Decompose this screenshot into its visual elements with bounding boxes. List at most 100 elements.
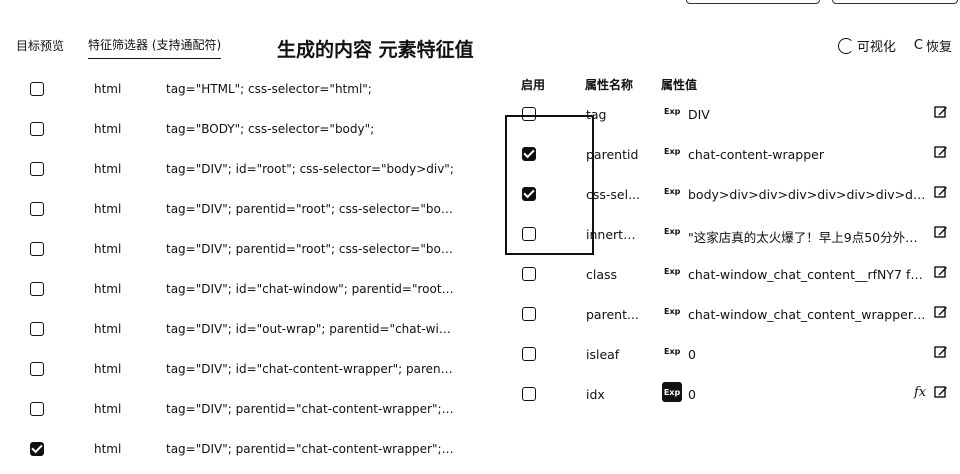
- loading-icon: [837, 37, 854, 54]
- expression-toggle-icon[interactable]: Exp: [664, 307, 680, 316]
- attribute-name: isleaf: [586, 347, 620, 362]
- expression-toggle-icon[interactable]: Exp: [664, 227, 680, 236]
- edit-icon[interactable]: [934, 225, 948, 239]
- refresh-icon: C: [913, 38, 923, 53]
- enable-checkbox[interactable]: [522, 307, 536, 321]
- list-item[interactable]: html tag="DIV"; parentid="chat-content-wr…: [0, 428, 480, 468]
- enable-checkbox[interactable]: [522, 107, 536, 121]
- visualize-button[interactable]: 可视化: [837, 36, 896, 55]
- row-selector: tag="DIV"; parentid="chat-content-wrappe…: [166, 402, 456, 416]
- edit-icon[interactable]: [934, 145, 948, 159]
- attribute-value: DIV: [688, 107, 710, 122]
- expression-toggle-icon[interactable]: Exp: [664, 147, 680, 156]
- attribute-name: innerte...: [586, 227, 642, 242]
- attribute-row[interactable]: css-sel... Exp body>div>div>div>div>div>di…: [516, 173, 956, 213]
- edit-icon[interactable]: [934, 305, 948, 319]
- enable-checkbox[interactable]: [522, 347, 536, 361]
- list-item[interactable]: html tag="DIV"; parentid="root"; css-sele…: [0, 188, 480, 228]
- row-type: html: [94, 402, 122, 416]
- attribute-row[interactable]: idx Exp 0 fx: [516, 373, 956, 413]
- attribute-row[interactable]: parentid Exp chat-content-wrapper: [516, 133, 956, 173]
- row-type: html: [94, 202, 122, 216]
- attribute-name: tag: [586, 107, 607, 122]
- row-selector: tag="BODY"; css-selector="body";: [166, 122, 375, 136]
- attribute-row[interactable]: class Exp chat-window_chat_content__rfNY7 …: [516, 253, 956, 293]
- row-checkbox[interactable]: [30, 322, 44, 336]
- visualize-label: 可视化: [856, 40, 896, 55]
- row-type: html: [94, 82, 122, 96]
- row-selector: tag="DIV"; parentid="root"; css-selector…: [166, 202, 456, 216]
- row-type: html: [94, 122, 122, 136]
- row-checkbox[interactable]: [30, 242, 44, 256]
- header-enable: 启用: [521, 78, 546, 92]
- attribute-value: chat-content-wrapper: [688, 147, 824, 162]
- row-type: html: [94, 322, 122, 336]
- top-button-1[interactable]: [686, 0, 820, 4]
- attribute-name: class: [586, 267, 618, 282]
- tab-bar: 目标预览 特征筛选器 (支持通配符): [16, 36, 222, 59]
- attribute-row[interactable]: isleaf Exp 0: [516, 333, 956, 373]
- attribute-name: css-sel...: [586, 187, 641, 202]
- attribute-value: chat-window_chat_content_wrapper__7...: [688, 307, 928, 322]
- top-button-2[interactable]: [832, 0, 958, 4]
- row-selector: tag="DIV"; parentid="chat-content-wrappe…: [166, 442, 456, 456]
- attribute-row[interactable]: parent... Exp chat-window_chat_content_wra…: [516, 293, 956, 333]
- edit-icon[interactable]: [934, 185, 948, 199]
- row-checkbox[interactable]: [30, 282, 44, 296]
- row-selector: tag="DIV"; id="chat-window"; parentid="r…: [166, 282, 456, 296]
- row-checkbox[interactable]: [30, 362, 44, 376]
- list-item[interactable]: html tag="HTML"; css-selector="html";: [0, 68, 480, 108]
- expression-toggle-icon[interactable]: Exp: [664, 107, 680, 116]
- expression-toggle-icon[interactable]: Exp: [664, 347, 680, 356]
- attribute-value: 0: [688, 387, 696, 402]
- attribute-value: body>div>div>div>div>div>div>div>div: [688, 187, 928, 202]
- attribute-name: parentid: [586, 147, 639, 162]
- edit-icon[interactable]: [934, 265, 948, 279]
- enable-checkbox[interactable]: [522, 387, 536, 401]
- top-actions: 可视化 C 恢复: [837, 36, 952, 55]
- row-checkbox[interactable]: [30, 402, 44, 416]
- row-selector: tag="DIV"; id="chat-content-wrapper"; pa…: [166, 362, 456, 376]
- list-item[interactable]: html tag="DIV"; id="chat-window"; parenti…: [0, 268, 480, 308]
- header-name: 属性名称: [585, 78, 634, 92]
- list-item[interactable]: html tag="DIV"; id="root"; css-selector="…: [0, 148, 480, 188]
- edit-icon[interactable]: [934, 345, 948, 359]
- enable-checkbox[interactable]: [522, 147, 536, 161]
- expression-toggle-icon[interactable]: Exp: [662, 382, 682, 402]
- function-icon[interactable]: fx: [914, 385, 926, 400]
- restore-button[interactable]: C 恢复: [914, 36, 952, 55]
- row-checkbox[interactable]: [30, 162, 44, 176]
- enable-checkbox[interactable]: [522, 227, 536, 241]
- row-selector: tag="HTML"; css-selector="html";: [166, 82, 372, 96]
- page-title: 生成的内容 元素特征值: [277, 39, 474, 61]
- row-type: html: [94, 242, 122, 256]
- list-item[interactable]: html tag="DIV"; parentid="chat-content-wr…: [0, 388, 480, 428]
- attribute-name: parent...: [586, 307, 639, 322]
- edit-icon[interactable]: [934, 385, 948, 399]
- row-type: html: [94, 442, 122, 456]
- expression-toggle-icon[interactable]: Exp: [664, 267, 680, 276]
- row-checkbox[interactable]: [30, 202, 44, 216]
- tab-target-preview[interactable]: 目标预览: [16, 37, 64, 59]
- row-checkbox[interactable]: [30, 122, 44, 136]
- attribute-name: idx: [586, 387, 605, 402]
- edit-icon[interactable]: [934, 105, 948, 119]
- header-value: 属性值: [661, 78, 698, 92]
- list-item[interactable]: html tag="DIV"; id="chat-content-wrapper"…: [0, 348, 480, 388]
- list-item[interactable]: html tag="DIV"; id="out-wrap"; parentid="…: [0, 308, 480, 348]
- list-item[interactable]: html tag="BODY"; css-selector="body";: [0, 108, 480, 148]
- tab-feature-filter[interactable]: 特征筛选器 (支持通配符): [88, 36, 222, 59]
- attribute-row[interactable]: innerte... Exp "这家店真的太火爆了！早上9点50分外面就...: [516, 213, 956, 253]
- enable-checkbox[interactable]: [522, 187, 536, 201]
- row-checkbox[interactable]: [30, 442, 44, 456]
- attribute-value: "这家店真的太火爆了！早上9点50分外面就...: [688, 230, 928, 245]
- attribute-value: 0: [688, 347, 696, 362]
- row-selector: tag="DIV"; id="out-wrap"; parentid="chat…: [166, 322, 456, 336]
- enable-checkbox[interactable]: [522, 267, 536, 281]
- row-selector: tag="DIV"; parentid="root"; css-selector…: [166, 242, 456, 256]
- attribute-row[interactable]: tag Exp DIV: [516, 93, 956, 133]
- row-checkbox[interactable]: [30, 82, 44, 96]
- list-item[interactable]: html tag="DIV"; parentid="root"; css-sele…: [0, 228, 480, 268]
- row-type: html: [94, 282, 122, 296]
- expression-toggle-icon[interactable]: Exp: [664, 187, 680, 196]
